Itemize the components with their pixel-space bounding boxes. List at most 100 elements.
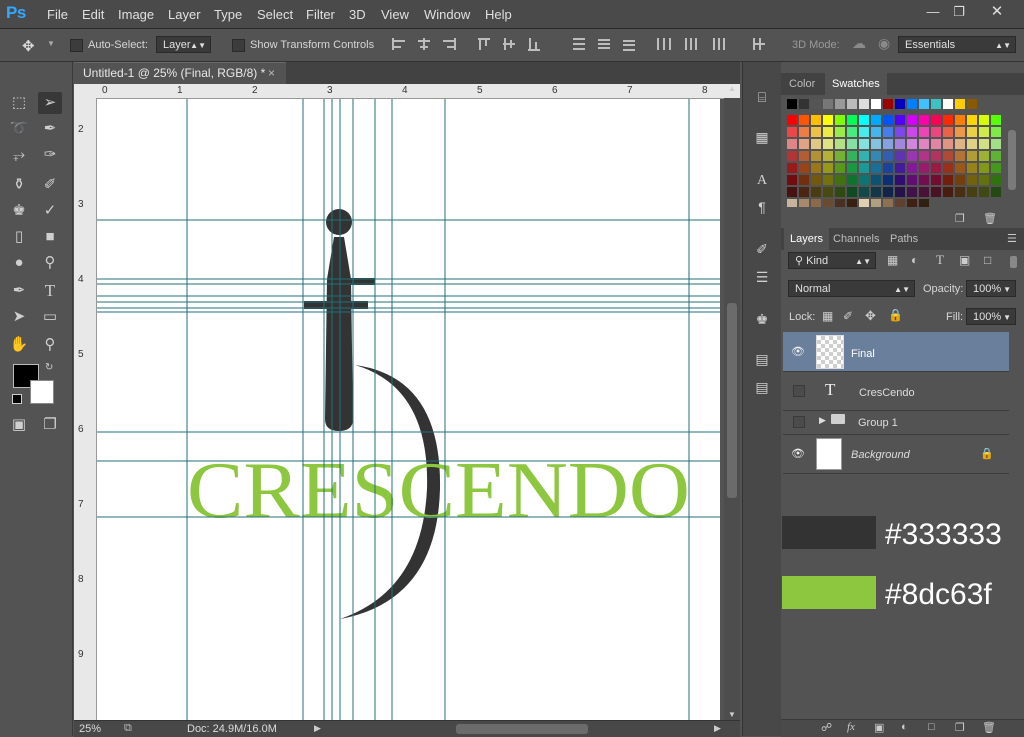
swatch[interactable] bbox=[859, 151, 869, 161]
swatch[interactable] bbox=[931, 175, 941, 185]
swatch[interactable] bbox=[931, 115, 941, 125]
swatch[interactable] bbox=[823, 139, 833, 149]
blur-tool-icon[interactable]: ● bbox=[7, 252, 31, 274]
swatch[interactable] bbox=[847, 163, 857, 173]
swatch[interactable] bbox=[931, 139, 941, 149]
swatch[interactable] bbox=[955, 115, 965, 125]
menu-view[interactable]: View bbox=[381, 7, 409, 22]
filter-shape-icon[interactable]: ▣ bbox=[959, 253, 970, 267]
link-layers-icon[interactable]: ☍ bbox=[821, 721, 832, 734]
swatch[interactable] bbox=[811, 187, 821, 197]
swatch[interactable] bbox=[823, 199, 833, 207]
lock-all-icon[interactable]: 🔒 bbox=[888, 308, 903, 322]
swatch[interactable] bbox=[883, 175, 893, 185]
distribute-horizontal-centers-icon[interactable] bbox=[682, 36, 700, 52]
swatch[interactable] bbox=[943, 139, 953, 149]
close-icon[interactable]: ✕ bbox=[984, 2, 1010, 22]
distribute-vertical-centers-icon[interactable] bbox=[595, 36, 613, 52]
swatch[interactable] bbox=[871, 175, 881, 185]
swatch[interactable] bbox=[799, 127, 809, 137]
swatch[interactable] bbox=[799, 151, 809, 161]
clone-source-icon[interactable]: ♚ bbox=[752, 310, 772, 328]
swatch[interactable] bbox=[931, 163, 941, 173]
swatch[interactable] bbox=[823, 115, 833, 125]
swatch[interactable] bbox=[847, 127, 857, 137]
swatch[interactable] bbox=[871, 199, 881, 207]
swatch[interactable] bbox=[787, 163, 797, 173]
status-menu-arrow-icon[interactable]: ▶ bbox=[314, 723, 321, 734]
swatch[interactable] bbox=[883, 139, 893, 149]
align-bottom-edges-icon[interactable] bbox=[525, 36, 543, 52]
swatch[interactable] bbox=[787, 187, 797, 197]
filter-type-icon[interactable]: T bbox=[936, 252, 944, 268]
notes-panel-icon[interactable]: ▤ bbox=[752, 350, 772, 368]
swatch[interactable] bbox=[979, 139, 989, 149]
distribute-top-icon[interactable] bbox=[570, 36, 588, 52]
distribute-right-icon[interactable] bbox=[709, 36, 727, 52]
swatch[interactable] bbox=[919, 187, 929, 197]
swatch[interactable] bbox=[871, 115, 881, 125]
swap-colors-icon[interactable]: ↻ bbox=[45, 362, 53, 373]
swatch[interactable] bbox=[835, 163, 845, 173]
swatch[interactable] bbox=[979, 175, 989, 185]
pen-tool-icon[interactable]: ✒ bbox=[7, 280, 31, 302]
swatch[interactable] bbox=[907, 115, 917, 125]
swatch[interactable] bbox=[967, 151, 977, 161]
swatch[interactable] bbox=[907, 139, 917, 149]
swatch[interactable] bbox=[835, 199, 845, 207]
swatch[interactable] bbox=[991, 163, 1001, 173]
swatch[interactable] bbox=[847, 151, 857, 161]
auto-align-layers-icon[interactable] bbox=[750, 36, 768, 52]
scroll-down-icon[interactable]: ▼ bbox=[728, 710, 736, 719]
swatch[interactable] bbox=[787, 151, 797, 161]
tab-swatches[interactable]: Swatches bbox=[825, 73, 887, 95]
swatch[interactable] bbox=[847, 139, 857, 149]
scroll-up-icon[interactable]: ▲ bbox=[728, 84, 736, 93]
paragraph-panel-icon[interactable]: ¶ bbox=[752, 198, 772, 216]
document-canvas[interactable]: CRESCENDO bbox=[97, 99, 720, 720]
swatch[interactable] bbox=[823, 151, 833, 161]
swatch[interactable] bbox=[787, 139, 797, 149]
panel-menu-icon[interactable]: ☰ bbox=[1007, 232, 1017, 245]
workspace-dropdown[interactable]: Essentials ▲▼ bbox=[898, 36, 1016, 53]
filter-toggle-icon[interactable] bbox=[1010, 256, 1017, 268]
swatch[interactable] bbox=[943, 163, 953, 173]
swatch[interactable] bbox=[907, 99, 917, 109]
layer-row-background[interactable]: 👁 Background 🔒 bbox=[783, 435, 1009, 474]
swatch[interactable] bbox=[895, 151, 905, 161]
swatch[interactable] bbox=[967, 187, 977, 197]
layer-filter-dropdown[interactable]: ⚲ Kind ▲▼ bbox=[788, 252, 876, 269]
swatch[interactable] bbox=[967, 175, 977, 185]
move-tool-icon[interactable]: ➢ bbox=[38, 92, 62, 114]
swatch[interactable] bbox=[919, 127, 929, 137]
swatch[interactable] bbox=[883, 151, 893, 161]
swatch[interactable] bbox=[847, 175, 857, 185]
filter-adjustment-icon[interactable]: ◐ bbox=[911, 253, 918, 267]
menu-layer[interactable]: Layer bbox=[168, 7, 201, 22]
swatch[interactable] bbox=[943, 175, 953, 185]
swatch[interactable] bbox=[907, 199, 917, 207]
swatch[interactable] bbox=[859, 99, 869, 109]
swatch[interactable] bbox=[991, 127, 1001, 137]
swatch[interactable] bbox=[847, 115, 857, 125]
tab-paths[interactable]: Paths bbox=[890, 233, 918, 245]
swatch[interactable] bbox=[931, 127, 941, 137]
swatch[interactable] bbox=[799, 199, 809, 207]
swatch[interactable] bbox=[919, 115, 929, 125]
lock-transparent-icon[interactable]: ▦ bbox=[822, 309, 833, 323]
swatch[interactable] bbox=[835, 187, 845, 197]
horizontal-ruler[interactable]: 0 1 2 3 4 5 6 7 8 bbox=[74, 84, 740, 99]
swatch[interactable] bbox=[991, 139, 1001, 149]
swatch[interactable] bbox=[799, 139, 809, 149]
swatch[interactable] bbox=[871, 151, 881, 161]
swatch[interactable] bbox=[895, 199, 905, 207]
swatch[interactable] bbox=[943, 115, 953, 125]
swatch[interactable] bbox=[823, 127, 833, 137]
swatch[interactable] bbox=[883, 99, 893, 109]
swatch[interactable] bbox=[847, 187, 857, 197]
swatch[interactable] bbox=[955, 127, 965, 137]
swatch[interactable] bbox=[859, 127, 869, 137]
swatch[interactable] bbox=[895, 139, 905, 149]
adjustment-layer-icon[interactable]: ◐ bbox=[901, 721, 908, 733]
swatch[interactable] bbox=[895, 99, 905, 109]
